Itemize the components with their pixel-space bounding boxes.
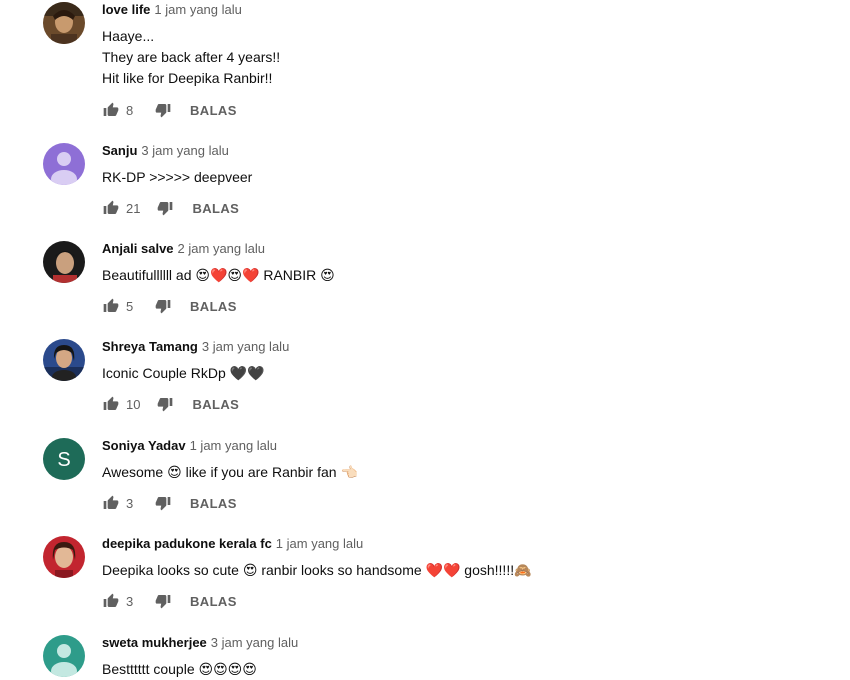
avatar[interactable]: [43, 241, 85, 283]
comment-line: RK-DP >>>>> deepveer: [102, 169, 253, 185]
comment-line: Awesome 😍 like if you are Ranbir fan 👈🏻: [102, 464, 358, 480]
like-count: 10: [126, 396, 141, 412]
reply-button[interactable]: BALAS: [192, 397, 239, 412]
comment-line: Deepika looks so cute 😍 ranbir looks so …: [102, 562, 532, 578]
comment-line: Iconic Couple RkDp 🖤🖤: [102, 365, 265, 381]
timestamp[interactable]: 1 jam yang lalu: [154, 2, 241, 17]
thumbs-up-icon[interactable]: [102, 395, 120, 413]
avatar[interactable]: [43, 339, 85, 381]
thumbs-up-icon[interactable]: [102, 297, 120, 315]
author-name[interactable]: Anjali salve: [102, 241, 174, 256]
thumbs-down-icon[interactable]: [156, 395, 174, 413]
reply-button[interactable]: BALAS: [190, 299, 237, 314]
timestamp[interactable]: 2 jam yang lalu: [178, 241, 265, 256]
comment-header: Soniya Yadav 1 jam yang lalu: [102, 438, 277, 454]
reply-button[interactable]: BALAS: [190, 496, 237, 511]
timestamp[interactable]: 3 jam yang lalu: [202, 339, 289, 354]
avatar[interactable]: [43, 143, 85, 185]
author-name[interactable]: Soniya Yadav: [102, 438, 186, 453]
thumbs-up-icon[interactable]: [102, 199, 120, 217]
comment-text: Deepika looks so cute 😍 ranbir looks so …: [102, 560, 532, 581]
thumbs-down-icon[interactable]: [154, 494, 172, 512]
thumbs-down-icon[interactable]: [156, 199, 174, 217]
comment-header: sweta mukherjee 3 jam yang lalu: [102, 635, 298, 651]
comment-actions: 3 BALAS: [102, 591, 237, 611]
like-count: 5: [126, 298, 134, 314]
comment-line: Beautifullllll ad 😍❤️😍❤️ RANBIR 😍: [102, 267, 335, 283]
timestamp[interactable]: 1 jam yang lalu: [276, 536, 363, 551]
comment-header: deepika padukone kerala fc 1 jam yang lal…: [102, 536, 363, 552]
thumbs-down-icon[interactable]: [154, 101, 172, 119]
comment-line: Hit like for Deepika Ranbir!!: [102, 70, 273, 86]
author-name[interactable]: love life: [102, 2, 150, 17]
timestamp[interactable]: 1 jam yang lalu: [190, 438, 277, 453]
author-name[interactable]: Shreya Tamang: [102, 339, 198, 354]
thumbs-down-icon[interactable]: [154, 297, 172, 315]
like-count: 3: [126, 593, 134, 609]
comment-line: Bestttttt couple 😍😍😍😍: [102, 661, 257, 677]
avatar[interactable]: [43, 2, 85, 44]
like-count: 3: [126, 495, 134, 511]
comment-line: They are back after 4 years!!: [102, 49, 281, 65]
comment-header: Shreya Tamang 3 jam yang lalu: [102, 339, 289, 355]
comment-text: Iconic Couple RkDp 🖤🖤: [102, 363, 264, 384]
reply-button[interactable]: BALAS: [190, 594, 237, 609]
thumbs-down-icon[interactable]: [154, 592, 172, 610]
comment-line: Haaye...: [102, 28, 155, 44]
author-name[interactable]: sweta mukherjee: [102, 635, 207, 650]
thumbs-up-icon[interactable]: [102, 101, 120, 119]
avatar[interactable]: S: [43, 438, 85, 480]
comment-text: Beautifullllll ad 😍❤️😍❤️ RANBIR 😍: [102, 265, 335, 286]
author-name[interactable]: deepika padukone kerala fc: [102, 536, 272, 551]
comment-actions: 10 BALAS: [102, 394, 239, 414]
avatar[interactable]: [43, 635, 85, 677]
comment-text: Awesome 😍 like if you are Ranbir fan 👈🏻: [102, 462, 358, 483]
comment-actions: 3 BALAS: [102, 493, 237, 513]
thumbs-up-icon[interactable]: [102, 494, 120, 512]
like-count: 8: [126, 102, 134, 118]
comment-text: RK-DP >>>>> deepveer: [102, 167, 252, 188]
reply-button[interactable]: BALAS: [192, 201, 239, 216]
avatar-letter: S: [57, 449, 70, 471]
timestamp[interactable]: 3 jam yang lalu: [141, 143, 228, 158]
comment-header: Anjali salve 2 jam yang lalu: [102, 241, 265, 257]
comment-text: Bestttttt couple 😍😍😍😍: [102, 659, 257, 680]
comment-header: love life 1 jam yang lalu: [102, 2, 242, 18]
like-count: 21: [126, 200, 141, 216]
comment-actions: 8 BALAS: [102, 100, 237, 120]
reply-button[interactable]: BALAS: [190, 103, 237, 118]
comment-text: Haaye... They are back after 4 years!! H…: [102, 26, 280, 89]
thumbs-up-icon[interactable]: [102, 592, 120, 610]
comment-actions: 21 BALAS: [102, 198, 239, 218]
comment-actions: 5 BALAS: [102, 296, 237, 316]
timestamp[interactable]: 3 jam yang lalu: [211, 635, 298, 650]
author-name[interactable]: Sanju: [102, 143, 137, 158]
comment-header: Sanju 3 jam yang lalu: [102, 143, 229, 159]
avatar[interactable]: [43, 536, 85, 578]
